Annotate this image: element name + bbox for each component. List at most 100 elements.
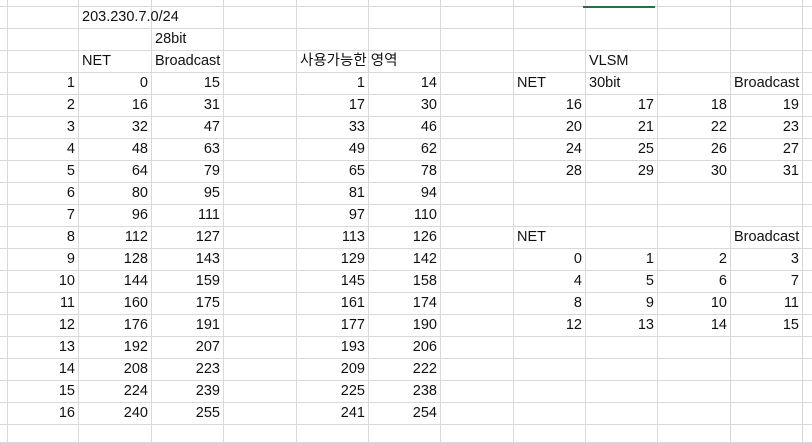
vlsm-cell[interactable]: 21 [586,117,658,139]
empty-cell[interactable] [0,95,8,117]
empty-cell[interactable] [224,161,297,183]
subnet-net-cell[interactable]: 144 [79,271,152,293]
empty-cell[interactable] [79,0,152,7]
empty-cell[interactable] [224,95,297,117]
vlsm-cell[interactable]: 4 [514,271,586,293]
usable-last-cell[interactable]: 254 [369,403,441,425]
empty-cell[interactable] [224,359,297,381]
empty-cell[interactable] [224,73,297,95]
empty-cell[interactable] [514,0,586,7]
usable-last-cell[interactable]: 14 [369,73,441,95]
subnet-net-cell[interactable]: 240 [79,403,152,425]
usable-last-cell[interactable]: 78 [369,161,441,183]
subnet-broadcast-cell[interactable]: 79 [152,161,224,183]
spreadsheet-grid[interactable]: 203.230.7.0/24 28bit NET Broadcast 사용가능한 영역 V… [0,0,812,443]
empty-cell[interactable] [224,425,297,443]
subnet-net-cell[interactable]: 112 [79,227,152,249]
usable-first-cell[interactable]: 145 [297,271,369,293]
empty-cell[interactable] [152,0,224,7]
subnet-broadcast-cell[interactable]: 31 [152,95,224,117]
subnet-index-cell[interactable]: 8 [8,227,79,249]
empty-cell[interactable] [297,7,369,29]
subnet-broadcast-cell[interactable]: 95 [152,183,224,205]
empty-cell[interactable] [803,359,812,381]
subnet-net-cell[interactable]: 96 [79,205,152,227]
vlsm-cell[interactable]: 29 [586,161,658,183]
empty-cell[interactable] [586,381,658,403]
subnet-index-cell[interactable]: 10 [8,271,79,293]
empty-cell[interactable] [0,381,8,403]
usable-last-cell[interactable]: 62 [369,139,441,161]
usable-last-cell[interactable]: 110 [369,205,441,227]
empty-cell[interactable] [514,359,586,381]
usable-last-cell[interactable]: 46 [369,117,441,139]
empty-cell[interactable] [803,95,812,117]
empty-cell[interactable] [514,205,586,227]
empty-cell[interactable] [658,359,731,381]
subnet-broadcast-cell[interactable]: 223 [152,359,224,381]
empty-cell[interactable] [0,73,8,95]
empty-cell[interactable] [441,0,514,7]
empty-cell[interactable] [803,73,812,95]
empty-cell[interactable] [441,227,514,249]
usable-range-header-cell[interactable]: 사용가능한 영역 [297,51,397,73]
empty-cell[interactable] [0,0,8,7]
vlsm-cell[interactable]: 18 [658,95,731,117]
vlsm-cell[interactable]: 16 [514,95,586,117]
subnet-index-cell[interactable]: 7 [8,205,79,227]
vlsm-cell[interactable]: 25 [586,139,658,161]
usable-first-cell[interactable]: 177 [297,315,369,337]
empty-cell[interactable] [586,425,658,443]
vlsm-cell[interactable]: 2 [658,249,731,271]
subnet-bits-28-cell[interactable]: 28bit [152,29,224,51]
empty-cell[interactable] [441,381,514,403]
empty-cell[interactable] [803,249,812,271]
subnet-index-cell[interactable]: 1 [8,73,79,95]
empty-cell[interactable] [79,425,152,443]
empty-cell[interactable] [803,183,812,205]
empty-cell[interactable] [803,51,812,73]
usable-first-cell[interactable]: 225 [297,381,369,403]
net-header-cell[interactable]: NET [79,51,152,73]
vlsm-cell[interactable]: 23 [731,117,803,139]
empty-cell[interactable] [803,293,812,315]
subnet-index-cell[interactable]: 6 [8,183,79,205]
empty-cell[interactable] [586,205,658,227]
vlsm-cell[interactable]: 10 [658,293,731,315]
empty-cell[interactable] [441,183,514,205]
usable-last-cell[interactable]: 190 [369,315,441,337]
empty-cell[interactable] [0,29,8,51]
subnet-net-cell[interactable]: 192 [79,337,152,359]
empty-cell[interactable] [441,73,514,95]
vlsm-cell[interactable]: 20 [514,117,586,139]
empty-cell[interactable] [803,403,812,425]
subnet-net-cell[interactable]: 0 [79,73,152,95]
empty-cell[interactable] [224,271,297,293]
usable-first-cell[interactable]: 193 [297,337,369,359]
vlsm-cell[interactable]: 11 [731,293,803,315]
vlsm-cell[interactable]: 3 [731,249,803,271]
empty-cell[interactable] [224,249,297,271]
subnet-index-cell[interactable]: 15 [8,381,79,403]
usable-last-cell[interactable]: 30 [369,95,441,117]
subnet-net-cell[interactable]: 64 [79,161,152,183]
usable-first-cell[interactable]: 209 [297,359,369,381]
vlsm-cell[interactable]: 22 [658,117,731,139]
empty-cell[interactable] [441,403,514,425]
subnet-net-cell[interactable]: 80 [79,183,152,205]
empty-cell[interactable] [731,403,803,425]
subnet-index-cell[interactable]: 13 [8,337,79,359]
vlsm-cell[interactable]: 9 [586,293,658,315]
subnet-net-cell[interactable]: 48 [79,139,152,161]
empty-cell[interactable] [586,359,658,381]
subnet-broadcast-cell[interactable]: 143 [152,249,224,271]
empty-cell[interactable] [0,271,8,293]
empty-cell[interactable] [0,425,8,443]
usable-last-cell[interactable]: 206 [369,337,441,359]
empty-cell[interactable] [8,7,79,29]
empty-cell[interactable] [441,205,514,227]
empty-cell[interactable] [0,139,8,161]
vlsm-net-header-cell-2[interactable]: NET [514,227,586,249]
vlsm-cell[interactable]: 6 [658,271,731,293]
empty-cell[interactable] [731,359,803,381]
